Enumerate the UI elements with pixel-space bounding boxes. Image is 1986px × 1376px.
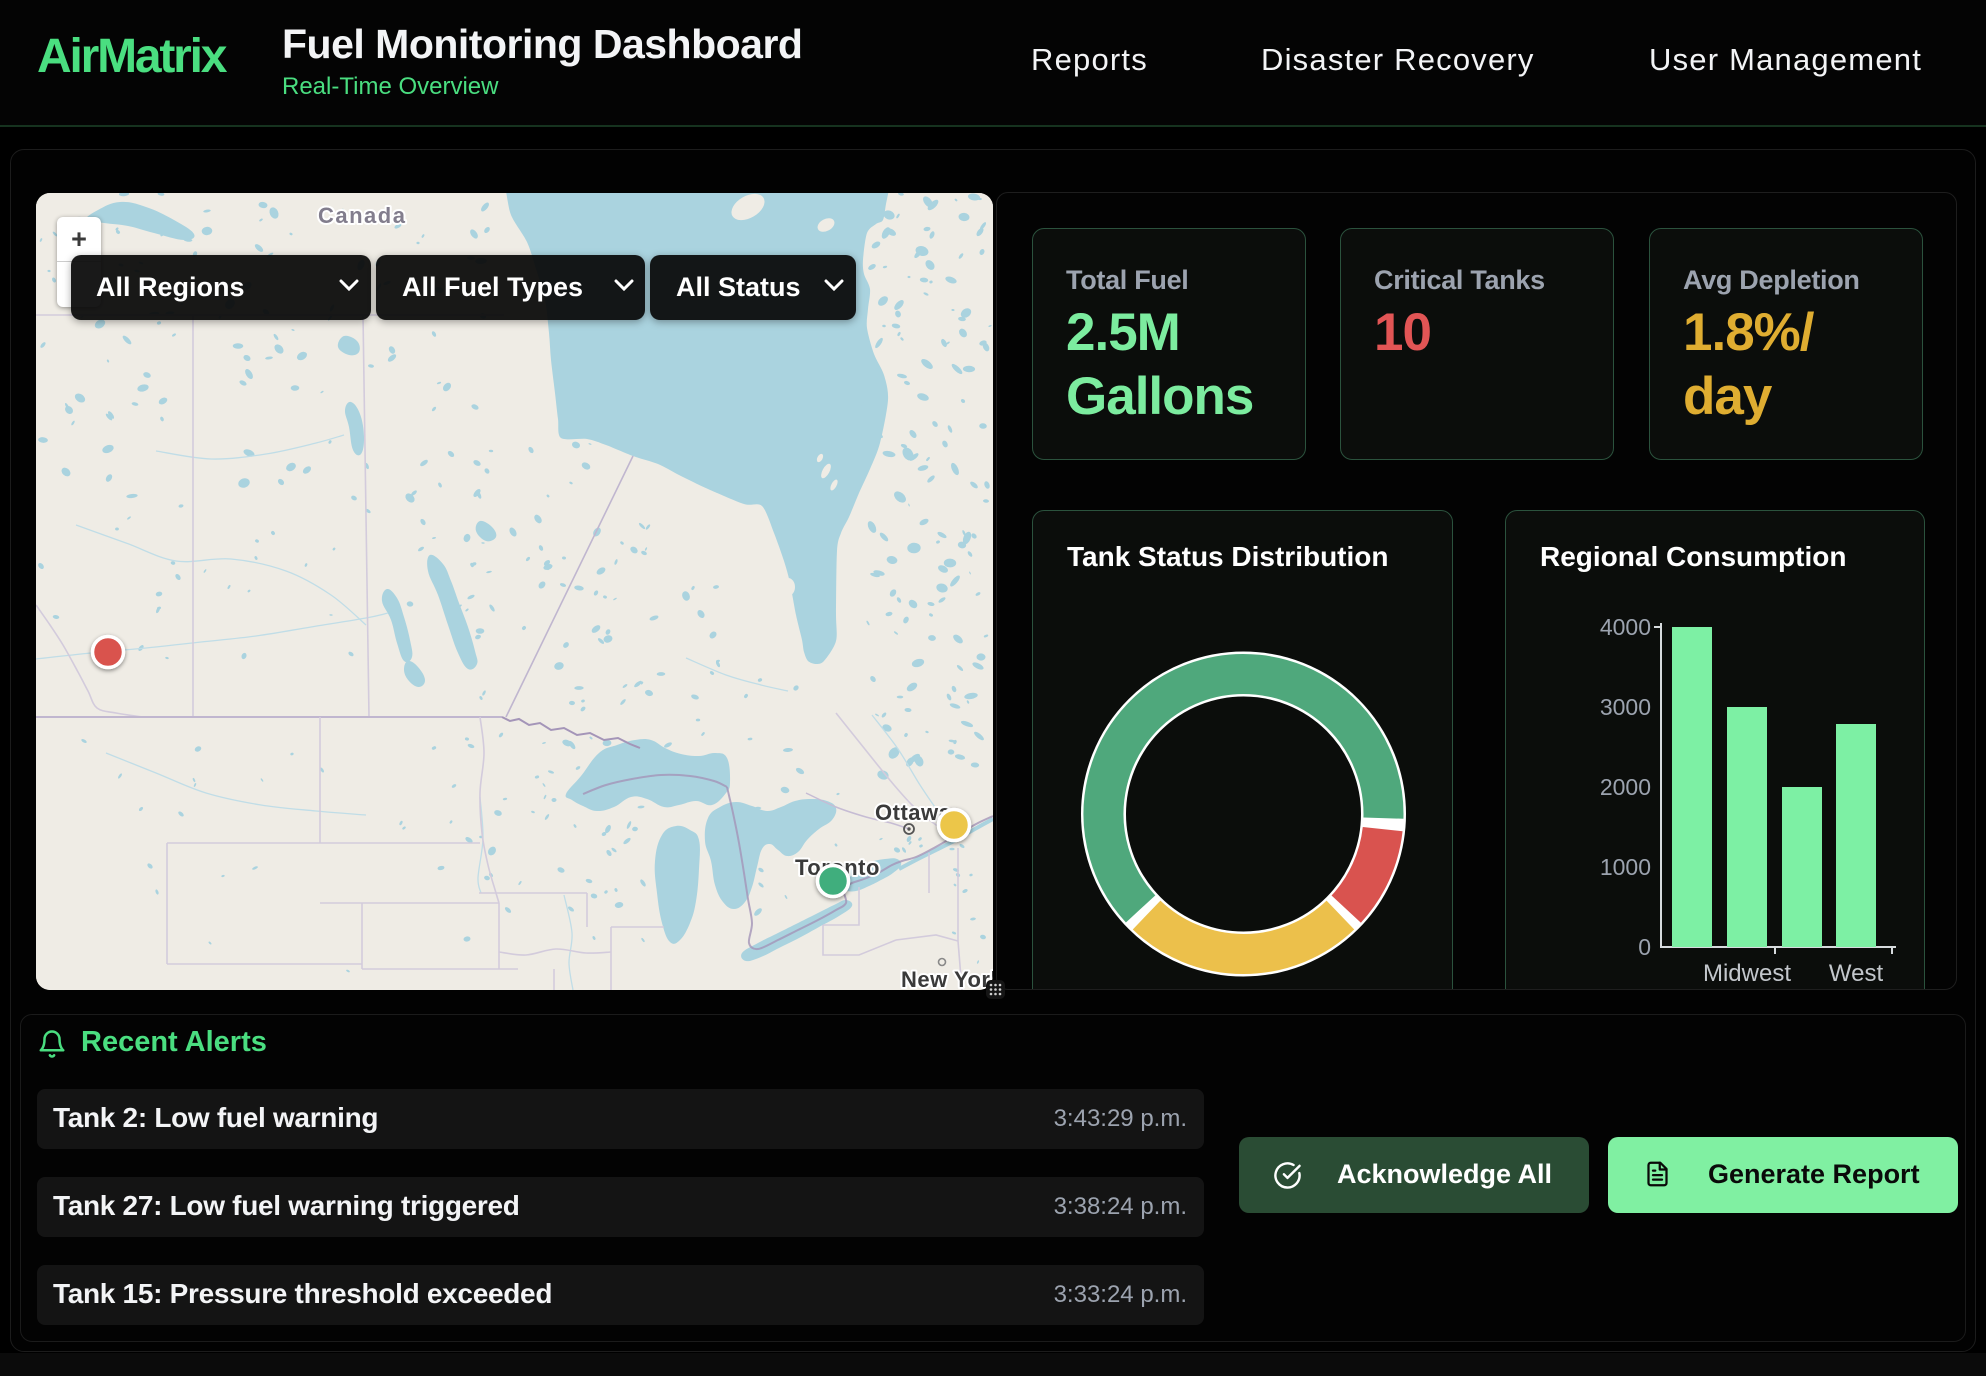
svg-text:2000: 2000 bbox=[1600, 774, 1651, 800]
svg-text:1000: 1000 bbox=[1600, 854, 1651, 880]
svg-text:4000: 4000 bbox=[1600, 614, 1651, 640]
svg-text:West: West bbox=[1829, 960, 1884, 987]
svg-text:Canada: Canada bbox=[318, 203, 406, 228]
svg-text:3000: 3000 bbox=[1600, 694, 1651, 720]
svg-text:Midwest: Midwest bbox=[1703, 960, 1791, 987]
svg-text:0: 0 bbox=[1638, 934, 1651, 960]
svg-text:New York: New York bbox=[901, 967, 993, 990]
